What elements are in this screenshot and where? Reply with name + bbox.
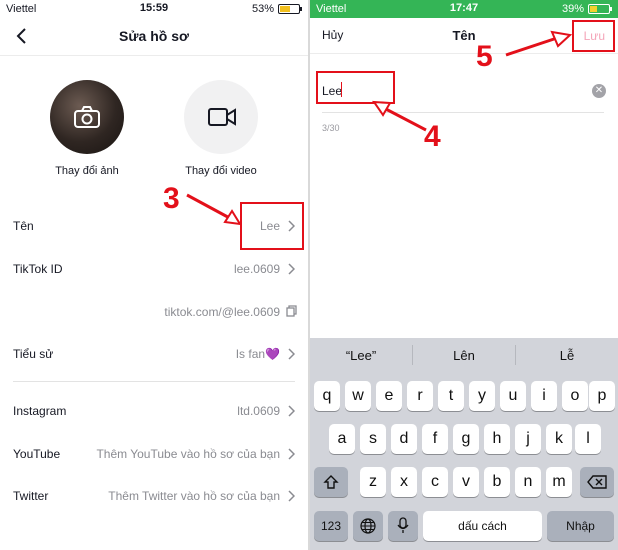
key[interactable]: u	[500, 381, 526, 411]
key[interactable]: b	[484, 467, 510, 497]
key[interactable]: i	[531, 381, 557, 411]
key[interactable]: p	[589, 381, 615, 411]
suggestion-item[interactable]: “Lee”	[310, 348, 412, 363]
input-underline	[322, 112, 604, 113]
numbers-key[interactable]: 123	[314, 511, 348, 541]
profile-photo[interactable]	[50, 80, 124, 154]
globe-icon	[360, 518, 376, 534]
key[interactable]: h	[484, 424, 510, 454]
key[interactable]: r	[407, 381, 433, 411]
shift-key[interactable]	[314, 467, 348, 497]
tiktok-id-label[interactable]: TikTok ID	[13, 262, 63, 276]
profile-video[interactable]	[184, 80, 258, 154]
key[interactable]: l	[575, 424, 601, 454]
char-counter: 3/30	[322, 123, 340, 133]
status-bar: Viettel 15:59 53%	[0, 0, 308, 18]
arrow-icon	[505, 30, 573, 57]
twitter-value[interactable]: Thêm Twitter vào hồ sơ của bạn	[108, 489, 280, 503]
battery-icon	[278, 4, 302, 14]
key[interactable]: w	[345, 381, 371, 411]
arrow-icon	[372, 100, 427, 132]
key[interactable]: z	[360, 467, 386, 497]
key[interactable]: a	[329, 424, 355, 454]
chevron-right-icon	[288, 263, 295, 275]
camera-icon	[74, 106, 100, 128]
battery-percent: 39%	[561, 3, 584, 15]
instagram-label[interactable]: Instagram	[13, 404, 66, 418]
shift-icon	[323, 475, 339, 489]
key[interactable]: g	[453, 424, 479, 454]
tiktok-id-value[interactable]: lee.0609	[234, 262, 280, 276]
youtube-label[interactable]: YouTube	[13, 447, 60, 461]
bio-label[interactable]: Tiểu sử	[13, 347, 53, 361]
key[interactable]: m	[546, 467, 572, 497]
arrow-icon	[186, 193, 242, 226]
key[interactable]: k	[546, 424, 572, 454]
key[interactable]: f	[422, 424, 448, 454]
on-screen-keyboard: “Lee” Lên Lễ q w e r t y u i o p a s d f…	[310, 338, 618, 550]
youtube-value[interactable]: Thêm YouTube vào hồ sơ của bạn	[96, 447, 280, 461]
key[interactable]: j	[515, 424, 541, 454]
name-row-label[interactable]: Tên	[13, 219, 34, 233]
key[interactable]: o	[562, 381, 588, 411]
key[interactable]: d	[391, 424, 417, 454]
step-3-label: 3	[163, 182, 180, 215]
status-bar: Viettel 17:47 39%	[310, 0, 618, 18]
backspace-key[interactable]	[580, 467, 614, 497]
chevron-right-icon	[288, 448, 295, 460]
key[interactable]: x	[391, 467, 417, 497]
bio-value[interactable]: Is fan💜	[236, 347, 280, 361]
save-highlight-box	[572, 20, 615, 52]
section-divider	[13, 381, 295, 382]
suggestion-item[interactable]: Lễ	[516, 348, 618, 363]
key[interactable]: q	[314, 381, 340, 411]
step-5-label: 5	[476, 40, 493, 73]
copy-icon[interactable]	[286, 305, 297, 317]
change-photo-label[interactable]: Thay đổi ảnh	[27, 165, 147, 177]
chevron-right-icon	[288, 490, 295, 502]
space-key[interactable]: dấu cách	[423, 511, 542, 541]
header-bar: Sửa hồ sơ	[0, 18, 308, 56]
suggestion-item[interactable]: Lên	[413, 348, 515, 363]
key[interactable]: c	[422, 467, 448, 497]
video-camera-icon	[208, 108, 236, 126]
return-key[interactable]: Nhập	[547, 511, 614, 541]
key[interactable]: e	[376, 381, 402, 411]
chevron-right-icon	[288, 348, 295, 360]
globe-key[interactable]	[353, 511, 383, 541]
battery-indicator: 53%	[251, 3, 302, 15]
name-highlight-box	[240, 202, 304, 250]
step-4-label: 4	[424, 120, 441, 153]
battery-percent: 53%	[251, 3, 274, 15]
clear-icon[interactable]: ✕	[592, 84, 606, 98]
battery-icon	[588, 4, 612, 14]
battery-indicator: 39%	[561, 3, 612, 15]
suggestion-bar: “Lee” Lên Lễ	[310, 338, 618, 372]
key[interactable]: v	[453, 467, 479, 497]
key[interactable]: n	[515, 467, 541, 497]
twitter-label[interactable]: Twitter	[13, 489, 48, 503]
page-title: Sửa hồ sơ	[119, 28, 189, 44]
profile-url: tiktok.com/@lee.0609	[164, 305, 280, 319]
key[interactable]: t	[438, 381, 464, 411]
microphone-icon	[397, 517, 409, 533]
backspace-icon	[587, 475, 607, 489]
change-video-label[interactable]: Thay đổi video	[161, 165, 281, 177]
key[interactable]: y	[469, 381, 495, 411]
instagram-value[interactable]: ltd.0609	[237, 404, 280, 418]
chevron-right-icon	[288, 405, 295, 417]
edit-profile-screen: Viettel 15:59 53% Sửa hồ sơ Thay đổi ảnh…	[0, 0, 308, 550]
key[interactable]: s	[360, 424, 386, 454]
dictation-key[interactable]	[388, 511, 418, 541]
edit-name-screen: Viettel 17:47 39% Hủy Tên Lưu ✕ 3/30 4 5…	[310, 0, 618, 550]
